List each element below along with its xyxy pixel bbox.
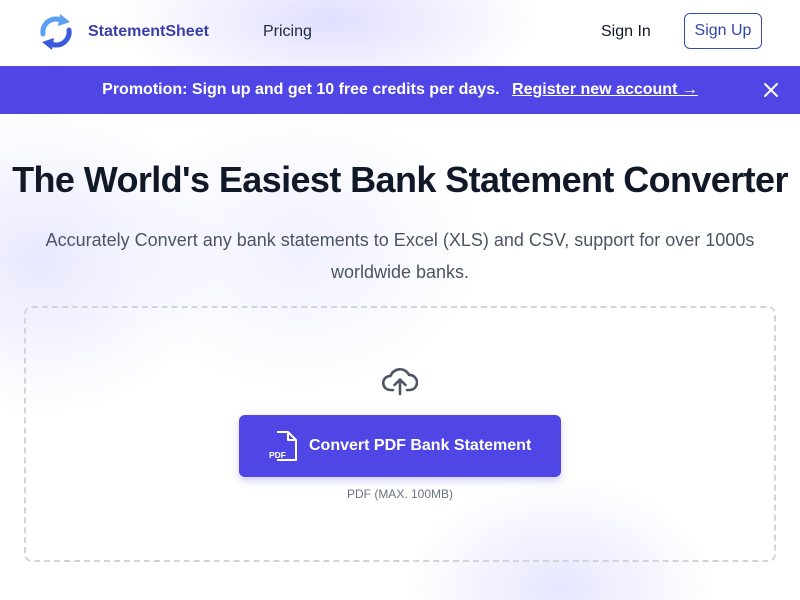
pdf-file-icon: PDF [269, 431, 297, 461]
cloud-upload-icon [382, 367, 418, 396]
page-subtitle: Accurately Convert any bank statements t… [45, 230, 755, 282]
file-size-limit: PDF (MAX. 100MB) [346, 487, 454, 501]
nav-link-pricing[interactable]: Pricing [263, 22, 312, 42]
convert-button-label: Convert PDF Bank Statement [309, 437, 532, 454]
promotion-text: Promotion: Sign up and get 10 free credi… [102, 81, 500, 98]
page-title: The World's Easiest Bank Statement Conve… [12, 159, 788, 200]
sign-up-button[interactable]: Sign Up [684, 13, 762, 49]
close-icon[interactable] [763, 82, 779, 98]
pdf-icon-label: PDF [269, 450, 286, 460]
promotion-banner: Promotion: Sign up and get 10 free credi… [0, 66, 800, 114]
brand-name[interactable]: StatementSheet [88, 22, 209, 42]
promotion-content: Promotion: Sign up and get 10 free credi… [0, 80, 800, 100]
top-navigation: StatementSheet Pricing Sign In Sign Up [0, 0, 800, 65]
sign-in-link[interactable]: Sign In [601, 22, 651, 42]
register-link[interactable]: Register new account → [512, 81, 698, 98]
logo-refresh-icon[interactable] [38, 12, 74, 52]
convert-pdf-button[interactable]: PDF Convert PDF Bank Statement [239, 415, 561, 477]
